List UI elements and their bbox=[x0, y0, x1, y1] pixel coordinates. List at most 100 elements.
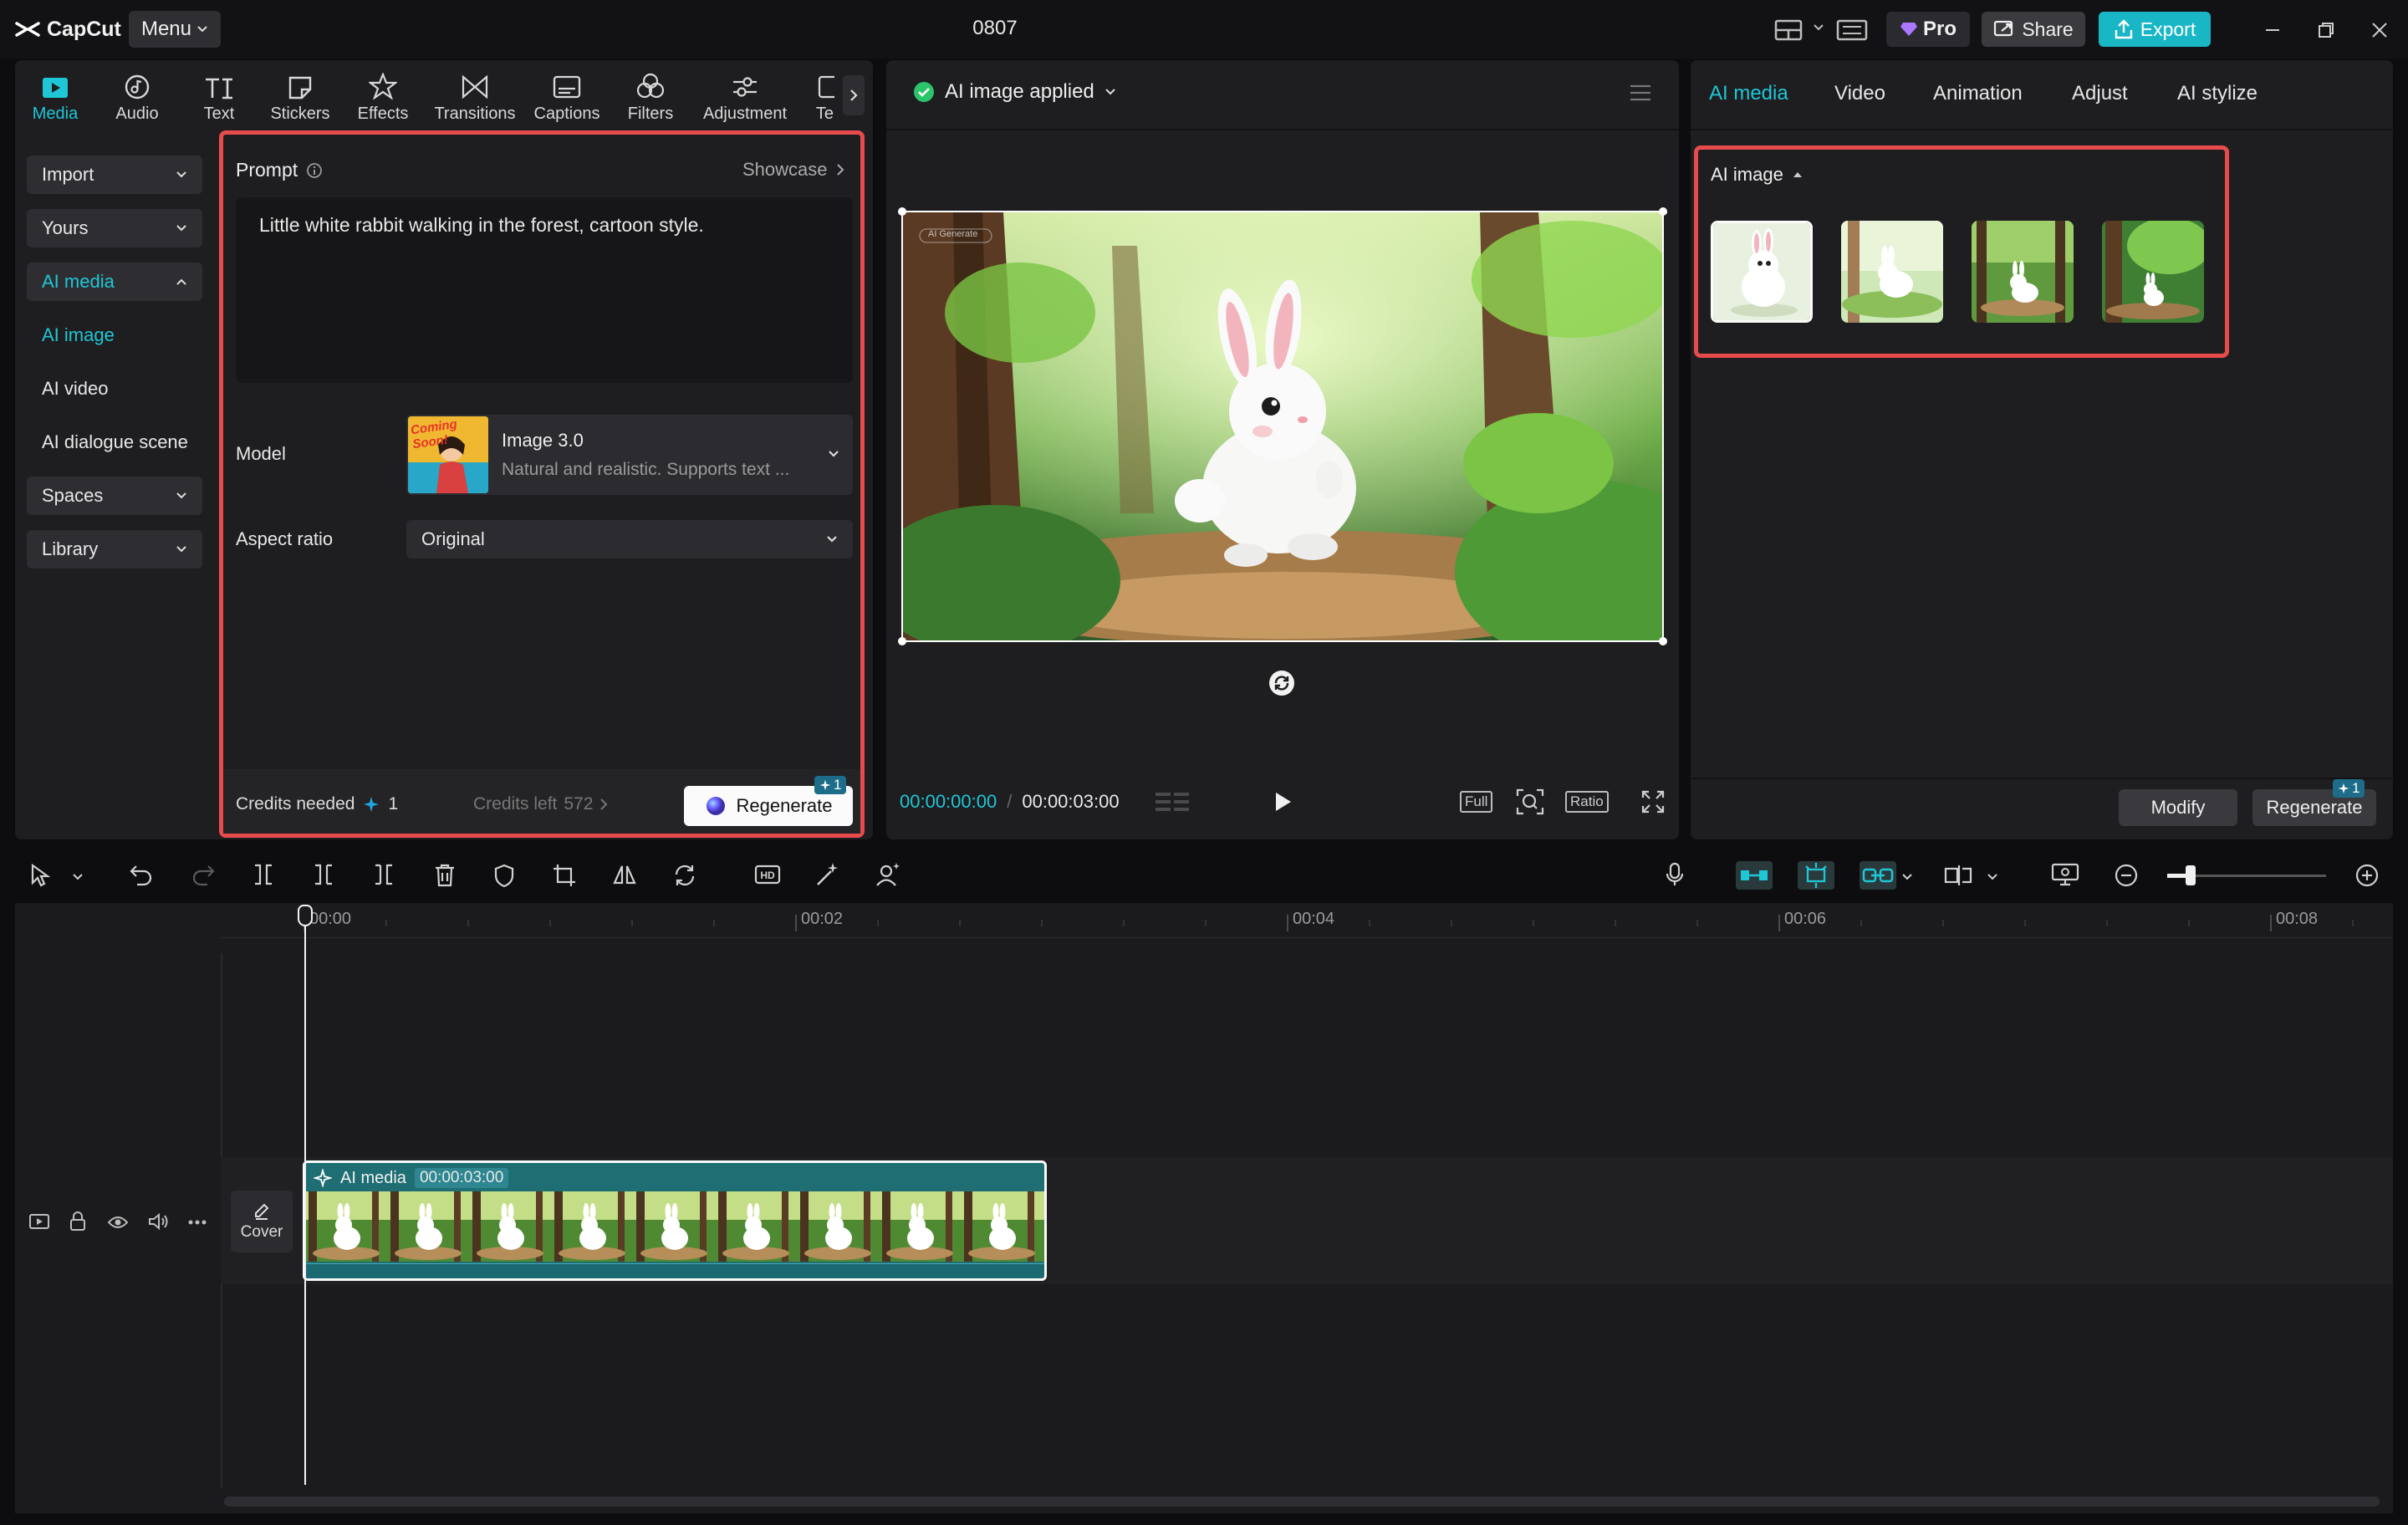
resize-handle-tl[interactable] bbox=[898, 207, 906, 216]
play-icon[interactable] bbox=[1273, 791, 1293, 813]
ai-image-thumb-2[interactable] bbox=[1841, 221, 1943, 323]
select-tool-chevron-icon[interactable] bbox=[72, 873, 84, 881]
resize-handle-bl[interactable] bbox=[898, 637, 906, 645]
ai-image-section-header[interactable]: AI image bbox=[1711, 164, 1803, 186]
tab-templates[interactable]: Ten bbox=[804, 67, 834, 124]
ratio-button[interactable]: Ratio bbox=[1565, 791, 1609, 813]
main-track-magnet-icon[interactable] bbox=[1736, 861, 1773, 890]
nav-ai-video[interactable]: AI video bbox=[42, 378, 109, 400]
aspect-ratio-select[interactable]: Original bbox=[406, 520, 853, 558]
close-icon[interactable] bbox=[2370, 20, 2390, 40]
split-right-icon[interactable] bbox=[371, 863, 396, 886]
split-left-icon[interactable] bbox=[311, 863, 336, 886]
prompt-textarea[interactable]: Little white rabbit walking in the fores… bbox=[236, 197, 853, 383]
magic-wand-icon[interactable] bbox=[814, 861, 841, 888]
layout-icon[interactable] bbox=[1774, 18, 1804, 42]
cover-button[interactable]: Cover bbox=[231, 1191, 293, 1252]
model-select[interactable]: Coming Soon! Image 3.0 Natural and reali… bbox=[406, 415, 853, 495]
mirror-icon[interactable] bbox=[612, 863, 637, 886]
pro-label: Pro bbox=[1922, 18, 1956, 40]
link-chevron-icon[interactable] bbox=[1901, 873, 1913, 881]
ai-image-thumb-4[interactable] bbox=[2102, 221, 2204, 323]
zoom-out-icon[interactable] bbox=[2114, 863, 2139, 888]
hd-icon[interactable]: HD bbox=[754, 863, 781, 886]
tab-text[interactable]: Text bbox=[194, 67, 244, 124]
ai-image-thumb-3[interactable] bbox=[1972, 221, 2074, 323]
tab-transitions[interactable]: Transitions bbox=[431, 67, 518, 124]
playhead[interactable] bbox=[304, 920, 306, 1485]
preview-status[interactable]: AI image applied bbox=[913, 80, 1116, 104]
export-button[interactable]: Export bbox=[2099, 12, 2211, 47]
minimize-icon[interactable] bbox=[2263, 20, 2283, 40]
shield-icon[interactable] bbox=[493, 863, 515, 888]
nav-import-button[interactable]: Import bbox=[27, 156, 202, 194]
tab-video[interactable]: Video bbox=[1834, 82, 1885, 105]
screen-capture-icon[interactable] bbox=[2050, 861, 2080, 888]
full-button[interactable]: Full bbox=[1460, 791, 1493, 813]
tab-adjust[interactable]: Adjust bbox=[2072, 82, 2128, 105]
diamond-icon bbox=[1900, 23, 1917, 36]
select-tool-icon[interactable] bbox=[28, 863, 52, 888]
tab-captions[interactable]: Captions bbox=[532, 67, 602, 124]
preview-axis-chevron-icon[interactable] bbox=[1987, 873, 1998, 881]
tabs-scroll-right-button[interactable] bbox=[843, 75, 865, 115]
volume-icon[interactable] bbox=[147, 1212, 169, 1231]
tab-ai-media[interactable]: AI media bbox=[1709, 82, 1788, 105]
credits-left[interactable]: Credits left 572 bbox=[473, 794, 608, 814]
tab-effects[interactable]: Effects bbox=[355, 67, 411, 124]
ai-media-clip[interactable]: AI media 00:00:03:00 bbox=[303, 1160, 1047, 1281]
preview-canvas[interactable]: AI Generate bbox=[901, 211, 1664, 642]
nav-ai-image[interactable]: AI image bbox=[42, 324, 115, 346]
modify-button[interactable]: Modify bbox=[2119, 789, 2237, 826]
nav-ai-media-button[interactable]: AI media bbox=[27, 263, 202, 301]
zoom-in-icon[interactable] bbox=[2354, 863, 2380, 888]
undo-icon[interactable] bbox=[129, 863, 154, 886]
rotate-clip-icon[interactable] bbox=[672, 863, 697, 888]
more-icon[interactable] bbox=[187, 1219, 207, 1226]
tab-filters[interactable]: Filters bbox=[625, 67, 676, 124]
zoom-fit-icon[interactable] bbox=[1515, 788, 1545, 816]
crop-icon[interactable] bbox=[552, 863, 577, 888]
keyboard-icon[interactable] bbox=[1836, 18, 1868, 42]
eye-icon[interactable] bbox=[107, 1214, 129, 1231]
tab-animation[interactable]: Animation bbox=[1933, 82, 2023, 105]
microphone-icon[interactable] bbox=[1664, 861, 1686, 888]
link-icon[interactable] bbox=[1860, 861, 1896, 890]
tab-stickers[interactable]: Stickers bbox=[266, 67, 334, 124]
redo-icon[interactable] bbox=[191, 863, 216, 886]
chevron-down-icon bbox=[176, 492, 186, 499]
preview-menu-icon[interactable] bbox=[1629, 84, 1652, 102]
showcase-link[interactable]: Showcase bbox=[742, 159, 844, 181]
info-icon[interactable] bbox=[306, 162, 323, 179]
playhead-handle[interactable] bbox=[298, 905, 313, 926]
rotate-icon[interactable] bbox=[1268, 669, 1296, 697]
tab-ai-stylize[interactable]: AI stylize bbox=[2177, 82, 2258, 105]
layout-chevron-icon[interactable] bbox=[1813, 23, 1824, 32]
share-button[interactable]: Share bbox=[1982, 12, 2085, 47]
tab-stickers-label: Stickers bbox=[270, 105, 330, 123]
resize-handle-tr[interactable] bbox=[1659, 207, 1667, 216]
preview-axis-icon[interactable] bbox=[1943, 863, 1973, 888]
auto-snap-icon[interactable] bbox=[1798, 861, 1834, 890]
resize-handle-br[interactable] bbox=[1659, 637, 1667, 645]
tab-media[interactable]: Media bbox=[28, 67, 82, 124]
delete-icon[interactable] bbox=[433, 863, 457, 888]
tab-audio[interactable]: Audio bbox=[110, 67, 164, 124]
nav-ai-dialogue-scene[interactable]: AI dialogue scene bbox=[42, 431, 188, 453]
nav-yours-button[interactable]: Yours bbox=[27, 209, 202, 247]
split-icon[interactable] bbox=[251, 863, 276, 886]
person-sparkle-icon[interactable] bbox=[875, 861, 901, 888]
pro-button[interactable]: Pro bbox=[1886, 12, 1970, 47]
fullscreen-icon[interactable] bbox=[1640, 789, 1666, 814]
tab-adjustment[interactable]: Adjustment bbox=[699, 67, 791, 124]
menu-button[interactable]: Menu bbox=[129, 11, 221, 48]
ai-image-thumb-1[interactable] bbox=[1711, 221, 1813, 323]
lock-icon[interactable] bbox=[69, 1211, 87, 1232]
restore-icon[interactable] bbox=[2316, 20, 2336, 40]
right-divider bbox=[1691, 129, 2393, 130]
nav-library-button[interactable]: Library bbox=[27, 530, 202, 569]
frames-icon[interactable] bbox=[1154, 789, 1192, 814]
zoom-slider-thumb[interactable] bbox=[2186, 865, 2196, 885]
nav-spaces-button[interactable]: Spaces bbox=[27, 477, 202, 515]
timeline-scrollbar[interactable] bbox=[224, 1497, 2380, 1507]
